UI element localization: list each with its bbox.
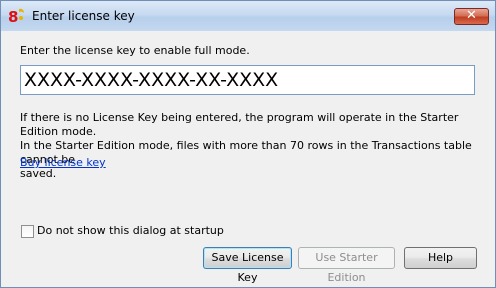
license-prompt-label: Enter the license key to enable full mod… xyxy=(20,44,250,57)
close-button[interactable]: ✕ xyxy=(454,8,489,25)
svg-text:8: 8 xyxy=(8,8,18,26)
window-title: Enter license key xyxy=(32,9,135,23)
license-key-input[interactable] xyxy=(21,66,474,94)
use-starter-edition-button[interactable]: Use Starter Edition xyxy=(298,247,395,284)
info-line-1: If there is no License Key being entered… xyxy=(20,111,459,138)
dialog-body: Enter the license key to enable full mod… xyxy=(9,31,490,284)
starter-edition-info: If there is no License Key being entered… xyxy=(20,111,490,181)
app-icon: 8 xyxy=(7,6,27,26)
do-not-show-label[interactable]: Do not show this dialog at startup xyxy=(37,224,224,237)
license-dialog: 8 Enter license key ✕ Enter the license … xyxy=(0,0,496,288)
close-icon: ✕ xyxy=(466,8,477,23)
title-bar[interactable]: 8 Enter license key ✕ xyxy=(1,1,495,31)
license-key-field[interactable] xyxy=(20,65,475,95)
do-not-show-checkbox[interactable] xyxy=(21,225,34,238)
buy-license-key-link[interactable]: Buy license key xyxy=(20,156,106,169)
help-button[interactable]: Help xyxy=(404,247,477,269)
save-license-key-button[interactable]: Save License Key xyxy=(203,247,292,284)
info-line-3: saved. xyxy=(20,167,57,180)
